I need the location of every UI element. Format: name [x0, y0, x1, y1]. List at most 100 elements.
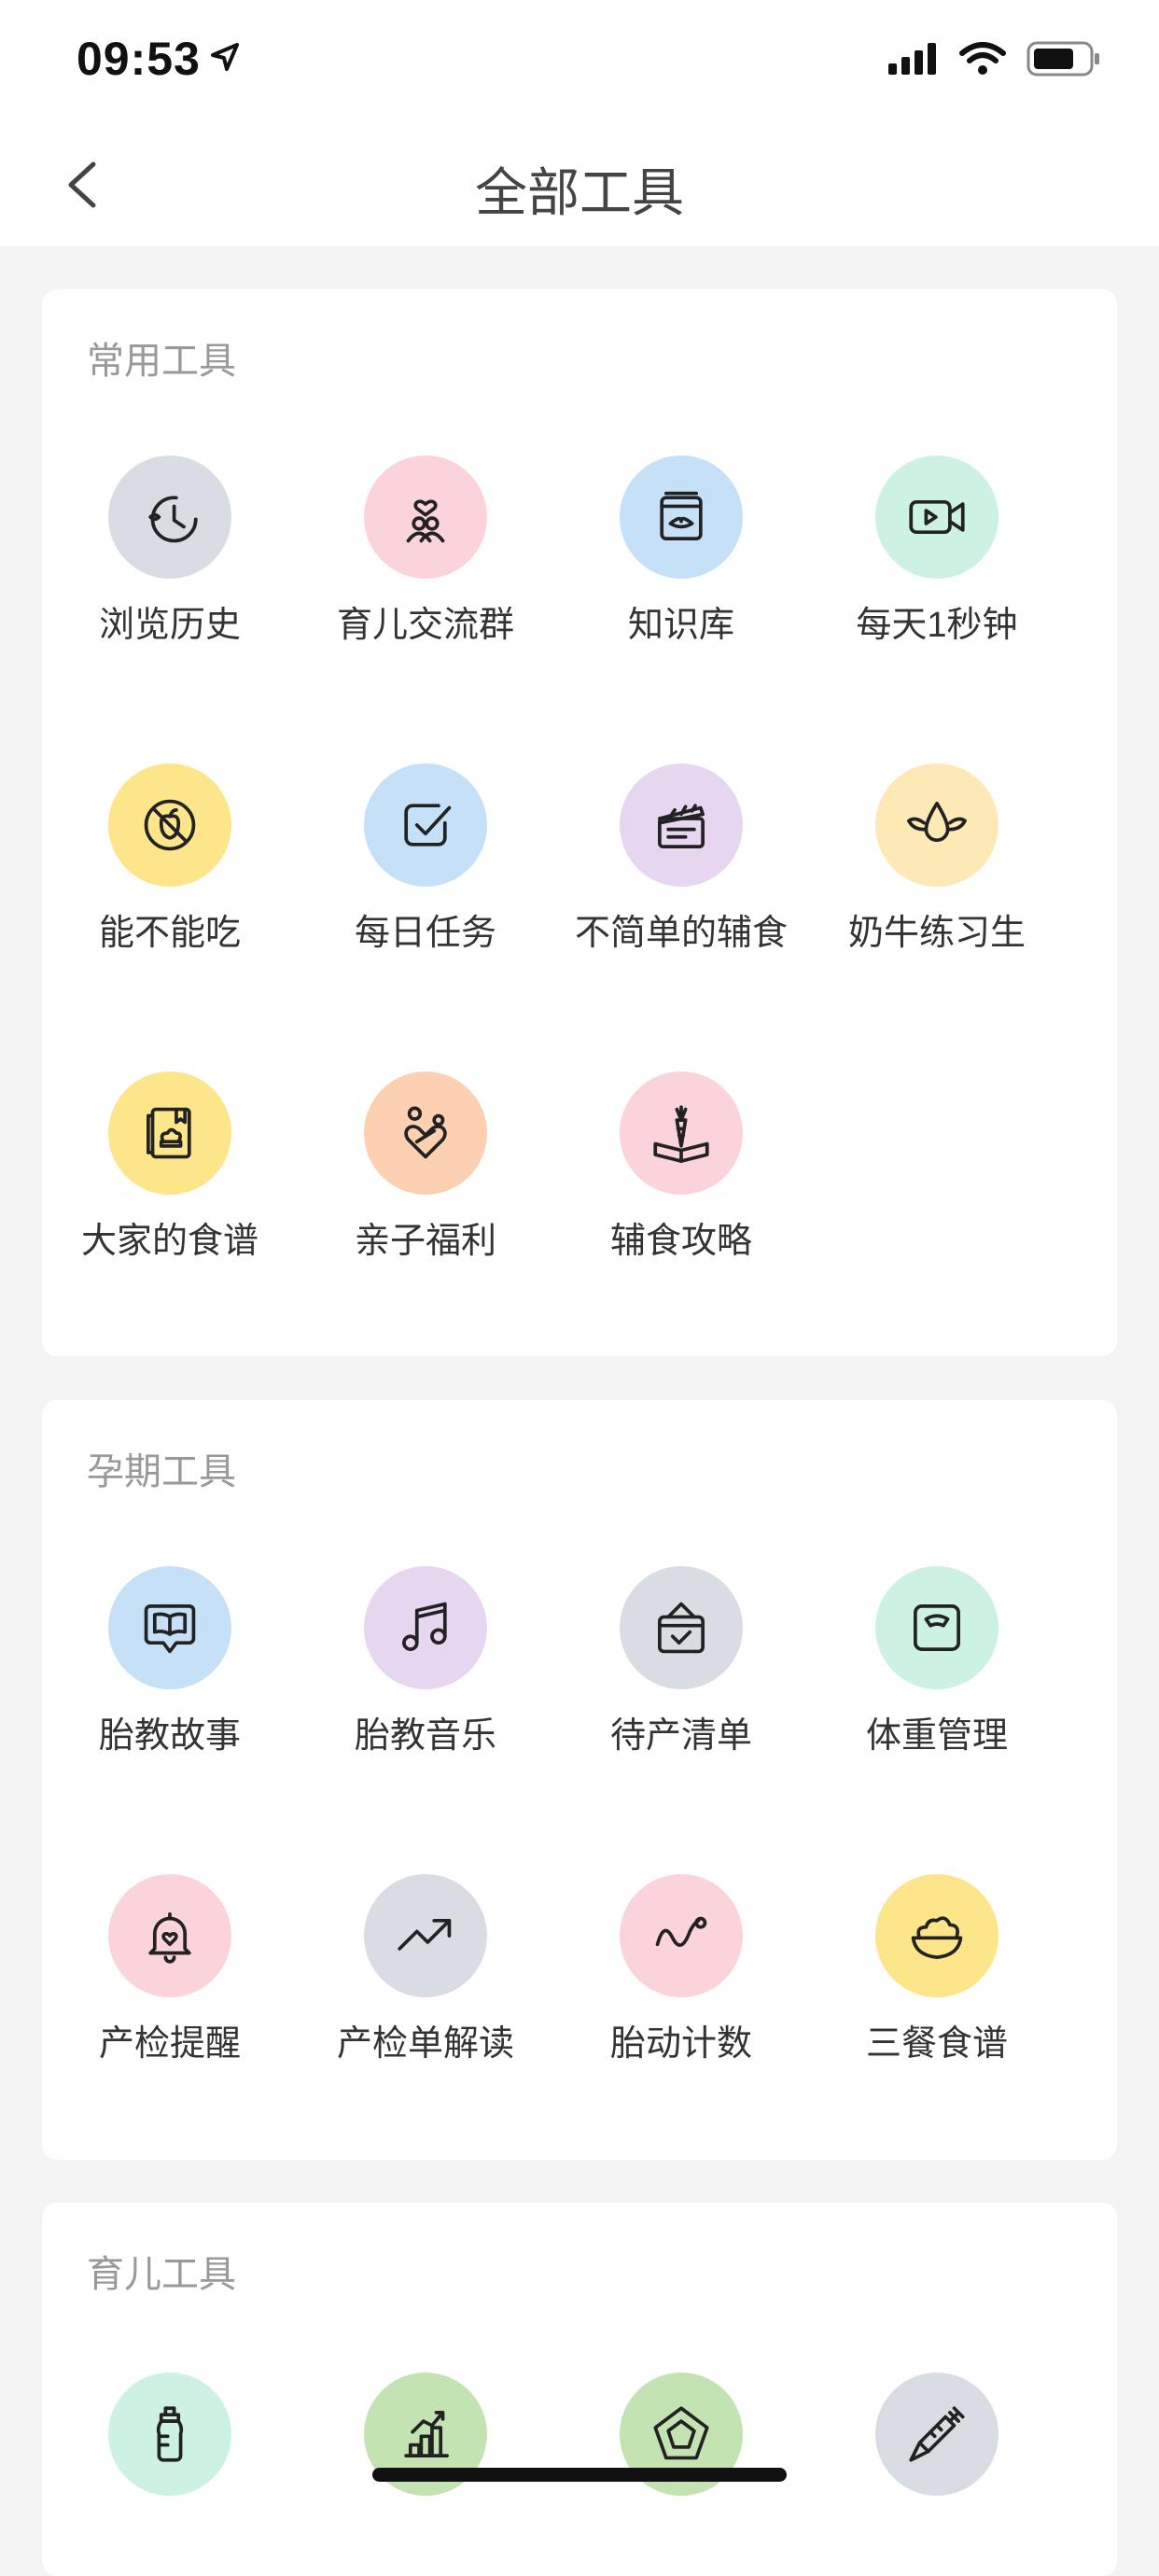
tool-icon-circle: [620, 1566, 743, 1689]
wifi-icon: [959, 42, 1006, 75]
tool-icon-circle: [108, 2373, 231, 2496]
section-card-parenting-tools: 育儿工具: [42, 2203, 1117, 2576]
tool-vaccine[interactable]: [809, 2373, 1065, 2513]
growth-chart-icon: [404, 2411, 449, 2457]
tool-label: 大家的食谱: [80, 1222, 258, 1261]
tool-icon-circle: [875, 455, 998, 579]
tool-cow-trainee[interactable]: 奶牛练习生: [809, 763, 1065, 955]
baby-bottle-icon: [156, 2406, 184, 2462]
video-camera-icon: [909, 499, 965, 535]
salad-bowl-icon: [911, 1916, 963, 1959]
nav-bar: 全部工具: [0, 123, 1159, 246]
tool-icon-circle: [620, 455, 743, 579]
tool-icon-circle: [108, 1071, 231, 1195]
syringe-icon: [909, 2406, 965, 2462]
checklist-bag-icon: [658, 1602, 705, 1654]
trend-arrow-icon: [398, 1918, 452, 1951]
tool-label: 三餐食谱: [865, 2024, 1008, 2064]
tool-label: 育儿交流群: [336, 606, 514, 645]
tool-label: 胎动计数: [609, 2024, 752, 2064]
cellular-signal-icon: [888, 43, 936, 75]
status-bar: 09:53: [0, 0, 1159, 123]
tool-label: 每日任务: [354, 914, 496, 953]
scale-icon: [914, 1604, 960, 1651]
tool-icon-circle: [108, 1874, 231, 1997]
tool-label: 浏览历史: [98, 606, 241, 645]
tool-icon-circle: [364, 1071, 487, 1195]
heart-gift-icon: [404, 1106, 447, 1159]
tool-pentagon[interactable]: [553, 2373, 809, 2513]
location-arrow-icon: [211, 43, 239, 71]
tool-label: 胎教音乐: [354, 1716, 496, 1756]
tool-icon-circle: [620, 763, 743, 887]
tool-weight-management[interactable]: 体重管理: [809, 1566, 1065, 1757]
page-title: 全部工具: [475, 163, 684, 222]
tool-label: 奶牛练习生: [847, 914, 1026, 953]
tool-browse-history[interactable]: 浏览历史: [42, 455, 298, 647]
tool-icon-circle: [108, 1566, 231, 1689]
tool-checkup-report-reading[interactable]: 产检单解读: [298, 1874, 553, 2065]
status-time: 09:53: [77, 33, 201, 85]
tool-icon-circle: [364, 763, 487, 887]
tool-prenatal-music[interactable]: 胎教音乐: [298, 1566, 553, 1757]
tool-label: 体重管理: [865, 1716, 1008, 1756]
carrot-book-icon: [653, 1105, 709, 1163]
tool-label: 胎教故事: [98, 1716, 241, 1756]
tool-icon-circle: [364, 455, 487, 579]
tool-prenatal-story[interactable]: 胎教故事: [42, 1566, 298, 1757]
tool-every-day-one-second[interactable]: 每天1秒钟: [809, 455, 1065, 647]
checkbox-task-icon: [404, 804, 452, 847]
tool-label: 每天1秒钟: [856, 606, 1018, 645]
tool-checkup-reminder[interactable]: 产检提醒: [42, 1874, 298, 2065]
tool-can-eat[interactable]: 能不能吃: [42, 763, 298, 955]
tool-hospital-bag-list[interactable]: 待产清单: [553, 1566, 809, 1757]
tool-icon-circle: [108, 455, 231, 579]
winged-drop-icon: [907, 802, 967, 842]
tool-label: 不简单的辅食: [574, 914, 788, 953]
tool-icon-circle: [620, 1071, 743, 1195]
tool-three-meals-recipes[interactable]: 三餐食谱: [809, 1874, 1065, 2065]
home-indicator[interactable]: [372, 2468, 787, 2482]
tool-icon-circle: [364, 1874, 487, 1997]
recipe-book-icon: [147, 1107, 191, 1159]
tool-baby-bottle[interactable]: [42, 2373, 298, 2513]
section-title: 育儿工具: [87, 2254, 236, 2295]
tool-knowledge-base[interactable]: 知识库: [553, 455, 809, 647]
knowledge-book-icon: [660, 491, 703, 540]
tool-everyone-recipes[interactable]: 大家的食谱: [42, 1071, 298, 1263]
bell-heart-icon: [148, 1912, 191, 1964]
clapperboard-icon: [658, 804, 705, 848]
tool-icon-circle: [875, 763, 998, 887]
tool-label: 亲子福利: [354, 1222, 496, 1261]
tool-fetal-movement-count[interactable]: 胎动计数: [553, 1874, 809, 2065]
tool-icon-circle: [875, 1566, 998, 1689]
tool-icon-circle: [108, 763, 231, 887]
pentagon-icon: [653, 2406, 709, 2460]
tool-icon-circle: [875, 1874, 998, 1997]
tool-parent-group[interactable]: 育儿交流群: [298, 455, 553, 647]
battery-icon: [1026, 41, 1099, 77]
tool-icon-circle: [364, 1566, 487, 1689]
tool-icon-circle: [875, 2373, 998, 2496]
tool-daily-task[interactable]: 每日任务: [298, 763, 553, 955]
tool-label: 辅食攻略: [609, 1222, 752, 1261]
tool-food-guide[interactable]: 辅食攻略: [553, 1071, 809, 1263]
no-food-icon: [144, 799, 196, 851]
story-book-bubble-icon: [144, 1604, 196, 1654]
tool-label: 产检提醒: [98, 2024, 241, 2064]
section-title: 孕期工具: [87, 1451, 236, 1492]
section-card-common-tools: 常用工具 浏览历史 育儿交流群 知识库 每天1秒钟 能不能吃 每日任务 不简单的…: [42, 289, 1117, 1356]
music-note-icon: [402, 1602, 447, 1651]
tool-growth-chart[interactable]: [298, 2373, 553, 2513]
tool-parent-child-benefits[interactable]: 亲子福利: [298, 1071, 553, 1263]
tool-label: 待产清单: [609, 1716, 752, 1756]
parent-group-heart-icon: [406, 499, 445, 543]
section-title: 常用工具: [87, 341, 236, 382]
tool-label: 产检单解读: [336, 2024, 514, 2064]
tool-label: 知识库: [627, 606, 734, 645]
tool-complementary-food[interactable]: 不简单的辅食: [553, 763, 809, 955]
section-card-pregnancy-tools: 孕期工具 胎教故事 胎教音乐 待产清单 体重管理 产检提醒 产检单解读 胎动计数…: [42, 1400, 1117, 2160]
history-clock-icon: [148, 496, 198, 543]
wave-line-icon: [655, 1916, 707, 1947]
tool-icon-circle: [620, 1874, 743, 1997]
